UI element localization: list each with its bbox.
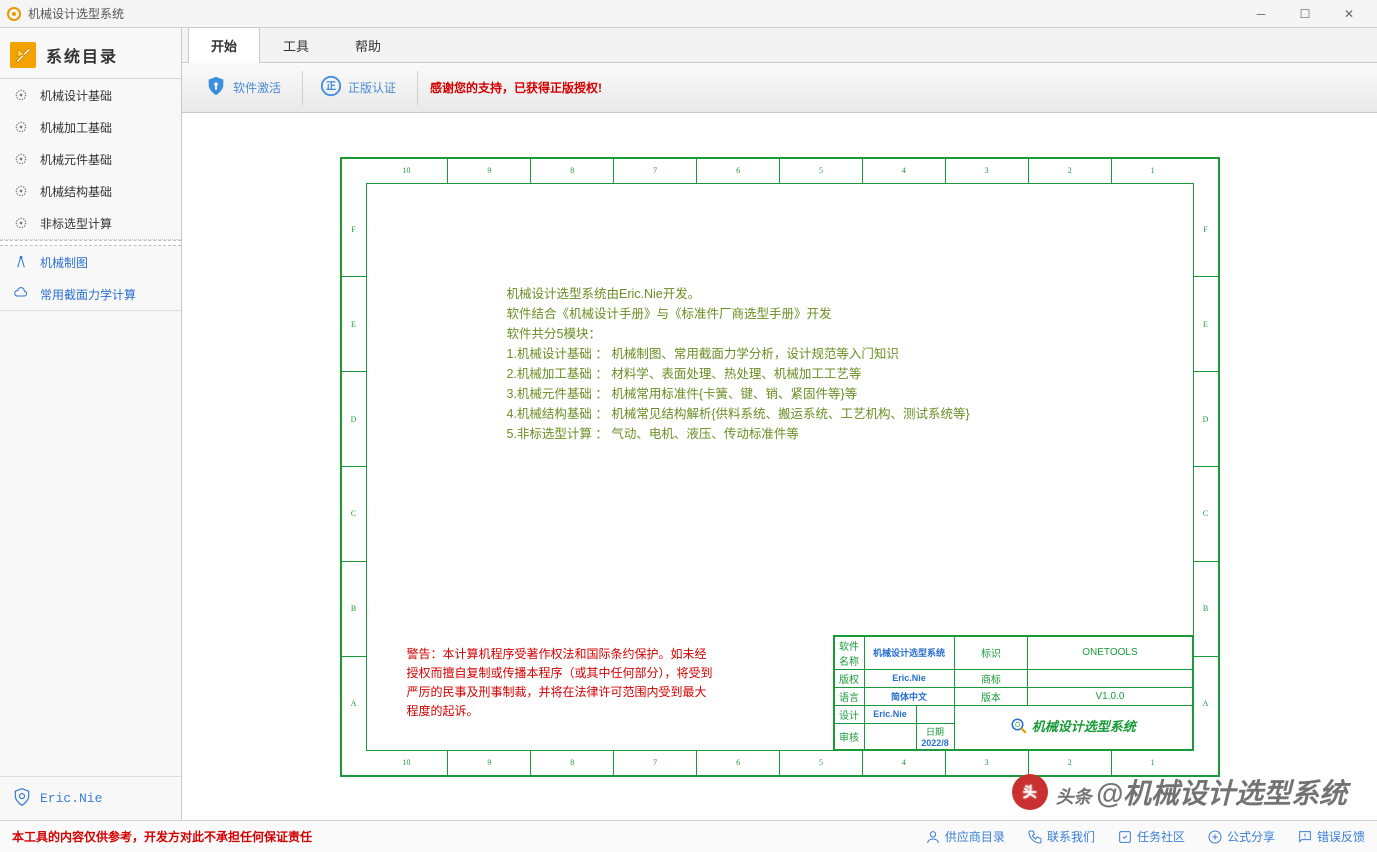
- sidebar-item-drafting[interactable]: 机械制图: [0, 246, 181, 278]
- cloud-calc-icon: [12, 285, 30, 303]
- link-contact[interactable]: 联系我们: [1027, 828, 1095, 845]
- scale-right: FEDCBA: [1194, 183, 1218, 751]
- tab-start[interactable]: 开始: [188, 27, 260, 63]
- drawing-inner-frame: 机械设计选型系统由Eric.Nie开发。软件结合《机械设计手册》与《标准件厂商选…: [366, 183, 1194, 751]
- tb-copyright-label: 版权: [834, 669, 864, 687]
- sidebar-item-structure-basics[interactable]: 机械结构基础: [0, 175, 181, 207]
- gear-icon: [12, 182, 30, 200]
- sidebar-title: 系统目录: [46, 43, 118, 67]
- tb-lang-label: 语言: [834, 687, 864, 705]
- sidebar-item-section-calc[interactable]: 常用截面力学计算: [0, 278, 181, 310]
- sidebar-item-design-basics[interactable]: 机械设计基础: [0, 79, 181, 111]
- shield-key-icon: [205, 75, 227, 100]
- content-area: 开始 工具 帮助 软件激活 正 正版认证 感谢您的支持，已获得正版授权! 109…: [182, 28, 1377, 820]
- verify-label: 正版认证: [348, 79, 396, 96]
- sidebar-item-nonstandard-calc[interactable]: 非标选型计算: [0, 207, 181, 239]
- link-formulas[interactable]: 公式分享: [1207, 828, 1275, 845]
- sidebar-item-label: 机械设计基础: [40, 87, 112, 104]
- tb-lang-value: 简体中文: [864, 687, 954, 705]
- tab-tools[interactable]: 工具: [260, 27, 332, 63]
- shield-icon: [12, 787, 32, 810]
- tb-softname-value: 机械设计选型系统: [864, 636, 954, 669]
- sidebar-item-label: 非标选型计算: [40, 215, 112, 232]
- gear-icon: [12, 214, 30, 232]
- disclaimer-text: 本工具的内容仅供参考，开发方对此不承担任何保证责任: [12, 828, 312, 845]
- tb-design-label: 设计: [834, 705, 864, 723]
- tb-ver-label: 版本: [954, 687, 1028, 705]
- sidebar: 系统目录 机械设计基础 机械加工基础 机械元件基础 机械结构基础 非标选型计算: [0, 28, 182, 820]
- sidebar-item-machining-basics[interactable]: 机械加工基础: [0, 111, 181, 143]
- status-links: 供应商目录 联系我们 任务社区 公式分享 错误反馈: [925, 828, 1365, 845]
- ribbon-message: 感谢您的支持，已获得正版授权!: [430, 79, 602, 96]
- sidebar-item-component-basics[interactable]: 机械元件基础: [0, 143, 181, 175]
- tb-design-value: Eric.Nie: [864, 705, 916, 723]
- tab-help[interactable]: 帮助: [332, 27, 404, 63]
- activate-button[interactable]: 软件激活: [194, 68, 292, 107]
- ruler-icon: [10, 42, 36, 68]
- tb-trademark-label: 商标: [954, 669, 1028, 687]
- scale-top: 10987654321: [366, 159, 1194, 183]
- drawing-canvas: 10987654321 10987654321 FEDCBA FEDCBA 机械…: [182, 113, 1377, 820]
- verify-icon: 正: [320, 75, 342, 100]
- tb-review-label: 审核: [834, 723, 864, 749]
- title-block: 软件名称 机械设计选型系统 标识 ONETOOLS 版权 Eric.Nie 商标: [833, 635, 1193, 750]
- tb-logo: 机械设计选型系统: [954, 705, 1192, 749]
- ribbon-separator: [417, 71, 418, 105]
- maximize-button[interactable]: ☐: [1283, 0, 1327, 28]
- sidebar-item-label: 机械结构基础: [40, 183, 112, 200]
- verify-button[interactable]: 正 正版认证: [309, 68, 407, 107]
- gear-icon: [12, 118, 30, 136]
- sidebar-footer: Eric.Nie: [0, 776, 181, 820]
- scale-left: FEDCBA: [342, 183, 366, 751]
- gear-icon: [12, 86, 30, 104]
- sidebar-item-label: 机械加工基础: [40, 119, 112, 136]
- tb-mark-value: ONETOOLS: [1028, 636, 1192, 669]
- close-button[interactable]: ✕: [1327, 0, 1371, 28]
- minimize-button[interactable]: ─: [1239, 0, 1283, 28]
- sidebar-item-label: 常用截面力学计算: [40, 286, 136, 303]
- sidebar-item-label: 机械制图: [40, 254, 88, 271]
- author-name: Eric.Nie: [40, 791, 102, 806]
- magnifier-gear-icon: [1010, 717, 1028, 738]
- tb-review-value: [864, 723, 916, 749]
- sidebar-header: 系统目录: [0, 34, 181, 79]
- ribbon-separator: [302, 71, 303, 105]
- link-suppliers[interactable]: 供应商目录: [925, 828, 1005, 845]
- tb-softname-label: 软件名称: [834, 636, 864, 669]
- link-feedback[interactable]: 错误反馈: [1297, 828, 1365, 845]
- gear-icon: [12, 150, 30, 168]
- title-bar: 机械设计选型系统 ─ ☐ ✕: [0, 0, 1377, 28]
- tb-trademark-value: [1028, 669, 1192, 687]
- scale-bottom: 10987654321: [366, 751, 1194, 775]
- svg-text:正: 正: [326, 81, 336, 93]
- sidebar-item-label: 机械元件基础: [40, 151, 112, 168]
- tab-strip: 开始 工具 帮助: [182, 28, 1377, 63]
- tb-mark-label: 标识: [954, 636, 1028, 669]
- description-text: 机械设计选型系统由Eric.Nie开发。软件结合《机械设计手册》与《标准件厂商选…: [507, 284, 1067, 444]
- link-community[interactable]: 任务社区: [1117, 828, 1185, 845]
- drawing-frame: 10987654321 10987654321 FEDCBA FEDCBA 机械…: [340, 157, 1220, 777]
- warning-text: 警告：本计算机程序受著作权法和国际条约保护。如未经授权而擅自复制或传播本程序（或…: [407, 645, 717, 722]
- ribbon-bar: 软件激活 正 正版认证 感谢您的支持，已获得正版授权!: [182, 63, 1377, 113]
- tb-copyright-value: Eric.Nie: [864, 669, 954, 687]
- app-icon: [6, 6, 22, 22]
- activate-label: 软件激活: [233, 79, 281, 96]
- status-bar: 本工具的内容仅供参考，开发方对此不承担任何保证责任 供应商目录 联系我们 任务社…: [0, 820, 1377, 852]
- compass-icon: [12, 253, 30, 271]
- tb-ver-value: V1.0.0: [1028, 687, 1192, 705]
- window-title: 机械设计选型系统: [28, 5, 1239, 22]
